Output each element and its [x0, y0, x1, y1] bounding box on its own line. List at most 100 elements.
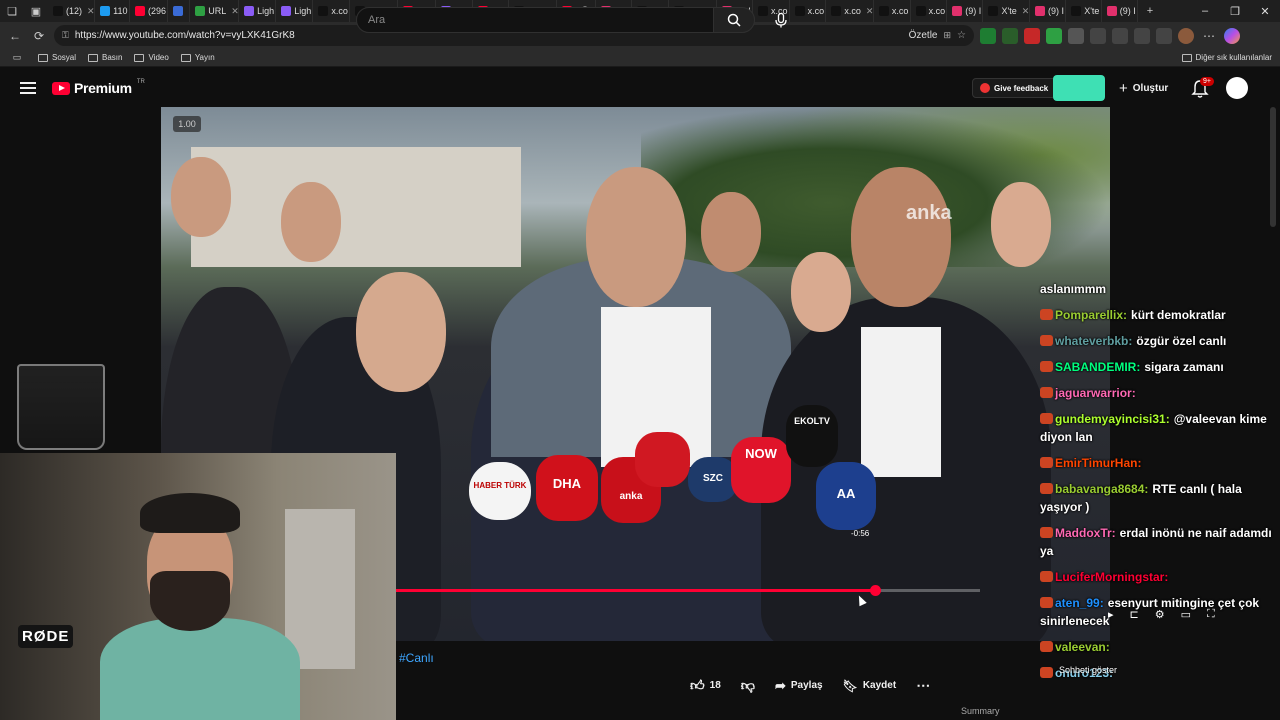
- dislike-button[interactable]: 👎︎: [741, 677, 755, 694]
- chat-badge-icon: [1040, 387, 1053, 398]
- chat-text: özgür özel canlı: [1136, 334, 1227, 348]
- bookmark-folder-video[interactable]: Video: [134, 53, 169, 62]
- page-scrollbar[interactable]: [1270, 107, 1276, 227]
- browser-tab[interactable]: x.co: [313, 0, 351, 22]
- chat-username[interactable]: whateverbkb:: [1055, 334, 1132, 348]
- chat-username[interactable]: babavanga8684:: [1055, 482, 1148, 496]
- tab-close-icon[interactable]: ✕: [87, 6, 94, 17]
- chat-username[interactable]: MaddoxTr:: [1055, 526, 1116, 540]
- bookmark-tab-icon[interactable]: ▭: [8, 49, 26, 67]
- summarize-button[interactable]: Özetle: [909, 30, 938, 41]
- extension-puzzle-icon[interactable]: [1002, 27, 1018, 44]
- like-button[interactable]: 👍︎ 18: [690, 677, 721, 694]
- tab-favicon-icon: [134, 6, 145, 16]
- shield-icon[interactable]: [1156, 27, 1172, 44]
- chat-username[interactable]: jaguarwarrior:: [1055, 386, 1136, 400]
- mic-label-szc: SZC: [703, 473, 723, 484]
- miniplayer-icon[interactable]: ▭: [1181, 608, 1191, 621]
- browser-tab[interactable]: x.co: [911, 0, 948, 22]
- tab-label: Ligh: [257, 6, 275, 16]
- browser-tab[interactable]: (9) I: [1102, 0, 1138, 22]
- profile-avatar[interactable]: [1178, 27, 1194, 44]
- browser-tab[interactable]: x.co ✕: [826, 0, 874, 22]
- chat-username[interactable]: Pomparellix:: [1055, 308, 1127, 322]
- favorite-star-icon[interactable]: ☆: [957, 30, 966, 41]
- account-avatar[interactable]: [1226, 77, 1248, 99]
- wall-panel: [285, 509, 355, 669]
- chat-username[interactable]: LuciferMorningstar:: [1055, 570, 1168, 584]
- browser-tab[interactable]: (12) ✕: [48, 0, 96, 22]
- extension-green-icon[interactable]: [1046, 27, 1062, 44]
- tab-label: x.co: [844, 6, 861, 16]
- search-input[interactable]: Ara: [356, 7, 714, 33]
- tab-close-icon[interactable]: ✕: [1022, 6, 1029, 17]
- settings-gear-icon[interactable]: ⚙: [1155, 608, 1165, 621]
- browser-tab[interactable]: (9) I: [1030, 0, 1067, 22]
- playback-speed-badge[interactable]: 1.00: [173, 116, 201, 132]
- browser-tab[interactable]: 110: [95, 0, 130, 22]
- summary-tab[interactable]: Summary: [961, 706, 1000, 716]
- chat-username[interactable]: valeevan:: [1055, 640, 1110, 654]
- youtube-logo[interactable]: Premium TR: [52, 79, 145, 96]
- browser-tab[interactable]: Ligh: [276, 0, 314, 22]
- refresh-icon[interactable]: ⟳: [30, 27, 48, 45]
- tab-close-icon[interactable]: ✕: [866, 6, 873, 17]
- browser-tab[interactable]: X'te: [1066, 0, 1102, 22]
- more-menu-icon[interactable]: ⋯: [1200, 27, 1218, 45]
- progress-scrubber-handle[interactable]: [870, 585, 881, 596]
- browser-tab[interactable]: URL ✕: [190, 0, 240, 22]
- chat-username[interactable]: aten_99:: [1055, 596, 1104, 610]
- give-feedback-button[interactable]: Give feedback: [972, 78, 1057, 98]
- share-button[interactable]: ➦ Paylaş: [775, 678, 823, 694]
- green-extension-button[interactable]: [1053, 75, 1105, 101]
- chat-username[interactable]: gundemyayincisi31:: [1055, 412, 1170, 426]
- restore-icon[interactable]: ❐: [1220, 0, 1250, 22]
- browser-tab[interactable]: x.co: [874, 0, 911, 22]
- site-info-icon[interactable]: ⚿: [62, 30, 69, 41]
- plus-icon: +: [1119, 80, 1128, 97]
- bookmark-folder-sosyal[interactable]: Sosyal: [38, 53, 76, 62]
- bookmark-folder-yayin[interactable]: Yayın: [180, 53, 215, 62]
- extension-red-icon[interactable]: [1024, 27, 1040, 44]
- save-button[interactable]: 🔖︎ Kaydet: [843, 679, 897, 693]
- other-bookmarks[interactable]: Diğer sık kullanılanlar: [1181, 53, 1272, 62]
- voice-search-button[interactable]: [768, 7, 794, 33]
- search-button[interactable]: [713, 7, 755, 33]
- chat-username[interactable]: SABANDEMIR:: [1055, 360, 1140, 374]
- menu-hamburger-icon[interactable]: [20, 82, 36, 94]
- show-chat-button[interactable]: Sohbeti göster: [1059, 665, 1117, 675]
- tab-close-icon[interactable]: ✕: [231, 6, 238, 17]
- bookmark-folder-basin[interactable]: Basın: [88, 53, 122, 62]
- tab-favicon-icon: [1106, 6, 1117, 16]
- mic-label-ekol: EKOLTV: [794, 416, 830, 426]
- captions-icon[interactable]: ⊏: [1130, 608, 1139, 621]
- close-icon[interactable]: ✕: [1250, 0, 1280, 22]
- minimize-icon[interactable]: –: [1190, 0, 1220, 22]
- split-screen-icon[interactable]: [1112, 27, 1128, 44]
- create-button[interactable]: + Oluştur: [1119, 80, 1168, 97]
- play-icon[interactable]: ▸: [1108, 608, 1114, 621]
- workspaces-icon[interactable]: ❏: [0, 0, 24, 22]
- fullscreen-icon[interactable]: ⛶: [1207, 608, 1215, 621]
- browser-tab[interactable]: x.co: [790, 0, 827, 22]
- browser-tab[interactable]: X'te ✕: [983, 0, 1030, 22]
- browser-tab[interactable]: Ligh: [239, 0, 277, 22]
- tab-actions-icon[interactable]: ▣: [24, 0, 48, 22]
- read-aloud-icon[interactable]: ⊞: [943, 30, 951, 41]
- microphone-icon: [775, 12, 787, 27]
- extension-gear-icon[interactable]: [1090, 27, 1106, 44]
- extension-folder-icon[interactable]: [1068, 27, 1084, 44]
- more-actions-button[interactable]: ⋯: [916, 677, 930, 694]
- chat-username[interactable]: EmirTimurHan:: [1055, 456, 1141, 470]
- browser-tab[interactable]: (9) I: [947, 0, 984, 22]
- hashtag-link[interactable]: #Canlı: [399, 651, 434, 665]
- favorites-icon[interactable]: [1134, 27, 1150, 44]
- person-head: [171, 157, 231, 237]
- browser-tab[interactable]: (296: [130, 0, 168, 22]
- tab-label: (9) I: [1047, 6, 1064, 16]
- back-icon[interactable]: ←: [6, 27, 24, 45]
- browser-tab[interactable]: [168, 0, 191, 22]
- copilot-icon[interactable]: [1224, 27, 1240, 44]
- new-tab-icon[interactable]: +: [1138, 0, 1162, 22]
- extension-h-icon[interactable]: [980, 27, 996, 44]
